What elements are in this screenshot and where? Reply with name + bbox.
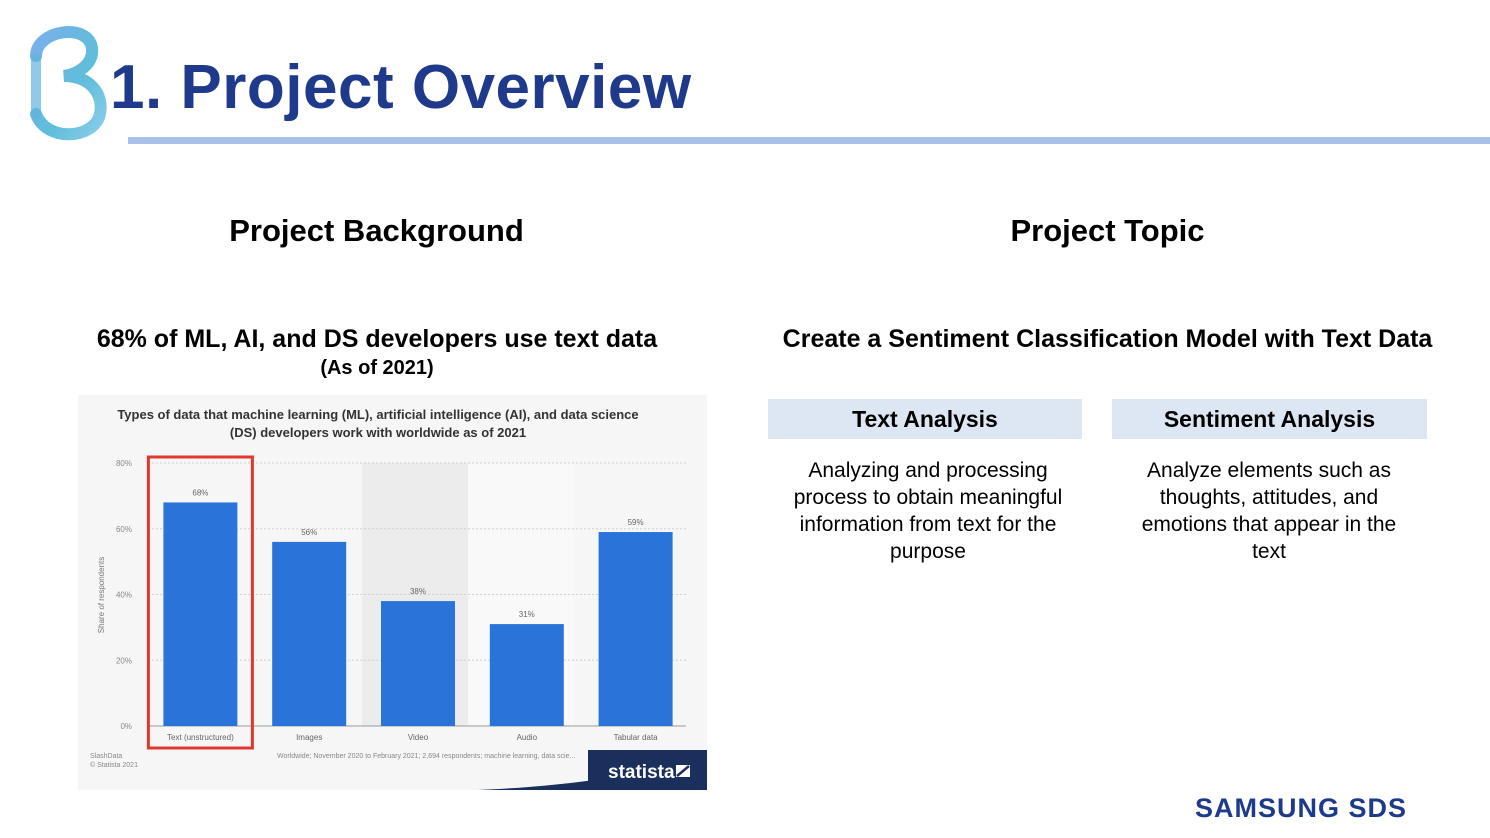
bar-value-label: 56% xyxy=(301,528,317,537)
text-analysis-header: Text Analysis xyxy=(768,399,1082,439)
x-tick-label: Tabular data xyxy=(614,733,659,742)
page-title: 1. Project Overview xyxy=(110,53,692,122)
bar-value-label: 68% xyxy=(192,488,208,497)
title-divider xyxy=(128,137,1490,144)
y-tick-label: 80% xyxy=(116,459,132,468)
description-line: process to obtain meaningful xyxy=(793,486,1063,509)
x-tick-label: Images xyxy=(296,733,322,742)
y-axis-label: Share of respondents xyxy=(97,557,106,634)
bar-value-label: 31% xyxy=(519,610,535,619)
statista-logo-icon xyxy=(676,765,690,777)
description-line: Analyze elements such as xyxy=(1147,459,1391,482)
chart-source-1: SlashData xyxy=(90,753,122,760)
chart-title-line-2: (DS) developers work with worldwide as o… xyxy=(230,425,526,440)
statista-watermark: statista xyxy=(608,762,675,783)
chart-source-2: © Statista 2021 xyxy=(90,761,138,769)
y-tick-label: 0% xyxy=(120,722,132,731)
statista-chart: Types of data that machine learning (ML)… xyxy=(78,395,707,790)
y-tick-label: 60% xyxy=(116,525,132,534)
description-line: Analyzing and processing xyxy=(808,459,1048,482)
bar-value-label: 38% xyxy=(410,587,426,596)
sentiment-analysis-header: Sentiment Analysis xyxy=(1112,399,1427,439)
text-analysis-description: Analyzing and processing process to obta… xyxy=(768,457,1088,565)
x-tick-label: Video xyxy=(408,733,429,742)
y-tick-label: 20% xyxy=(116,656,132,665)
topic-subheading: Create a Sentiment Classification Model … xyxy=(782,325,1433,353)
y-tick-label: 40% xyxy=(116,591,132,600)
bar-chart: Types of data that machine learning (ML)… xyxy=(90,407,707,790)
background-note: (As of 2021) xyxy=(320,357,434,379)
bar-images xyxy=(272,541,347,726)
company-logo-icon xyxy=(30,26,107,141)
bar-value-label: 59% xyxy=(628,518,644,527)
x-tick-label: Audio xyxy=(517,733,538,742)
samsung-sds-logo: SAMSUNG SDS xyxy=(1195,793,1408,823)
description-line: text xyxy=(1252,540,1286,563)
x-tick-label: Text (unstructured) xyxy=(167,733,234,742)
chart-title-line-1: Types of data that machine learning (ML)… xyxy=(117,407,638,422)
background-subheading: 68% of ML, AI, and DS developers use tex… xyxy=(96,325,658,353)
bar-text-unstructured xyxy=(163,502,238,726)
bar-tabular-data xyxy=(598,532,673,726)
project-background-heading: Project Background xyxy=(229,213,524,248)
bar-audio xyxy=(489,624,564,726)
bar-video xyxy=(381,601,455,726)
description-line: thoughts, attitudes, and xyxy=(1159,486,1379,509)
chart-footnote: Worldwide; November 2020 to February 202… xyxy=(277,753,575,760)
description-line: information from text for the xyxy=(799,513,1057,536)
description-line: purpose xyxy=(890,540,966,563)
sentiment-analysis-description: Analyze elements such as thoughts, attit… xyxy=(1109,457,1429,565)
description-line: emotions that appear in the xyxy=(1141,513,1397,536)
project-topic-heading: Project Topic xyxy=(1010,213,1205,248)
